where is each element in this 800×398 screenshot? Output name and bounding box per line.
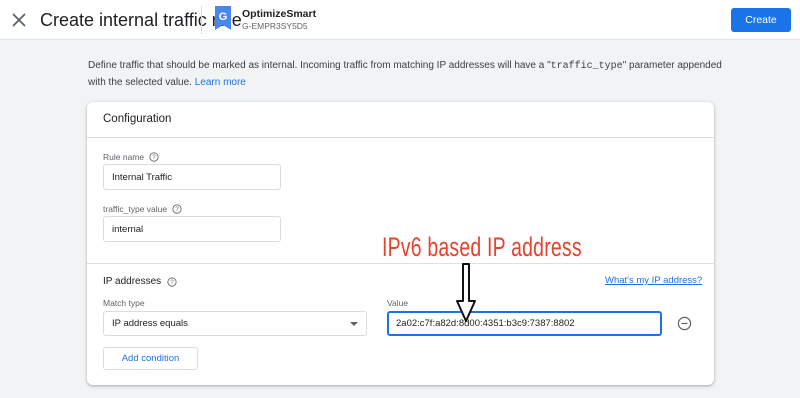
learn-more-link[interactable]: Learn more: [195, 77, 246, 88]
ip-addresses-title: IP addresses: [103, 276, 162, 287]
card-title: Configuration: [103, 113, 172, 125]
traffic-type-input[interactable]: internal: [103, 216, 281, 242]
traffic-type-label: traffic_type value ?: [103, 204, 182, 214]
match-type-label: Match type: [103, 298, 145, 308]
rule-name-input[interactable]: Internal Traffic: [103, 164, 281, 190]
help-icon[interactable]: ?: [149, 152, 159, 162]
ip-value-input[interactable]: 2a02:c7f:a82d:8d00:4351:b3c9:7387:8802: [387, 311, 662, 336]
remove-circle-icon[interactable]: [677, 316, 692, 331]
property-name: OptimizeSmart: [242, 8, 317, 20]
svg-text:?: ?: [152, 154, 156, 161]
section-divider: [87, 263, 714, 264]
match-type-value: IP address equals: [112, 318, 188, 329]
google-analytics-property-icon: G: [215, 6, 231, 30]
svg-text:G: G: [219, 11, 228, 23]
ip-addresses-heading: IP addresses ?: [103, 276, 177, 287]
rule-name-label: Rule name ?: [103, 152, 159, 162]
rule-name-label-text: Rule name: [103, 152, 145, 162]
description-text-before: Define traffic that should be marked as …: [88, 60, 551, 71]
whats-my-ip-link[interactable]: What's my IP address?: [605, 275, 702, 286]
match-type-select[interactable]: IP address equals: [103, 311, 367, 336]
annotation-label: IPv6 based IP address: [382, 232, 582, 262]
close-icon[interactable]: [8, 9, 30, 31]
svg-text:?: ?: [175, 206, 179, 213]
header-divider: [201, 6, 202, 34]
traffic-type-label-text: traffic_type value: [103, 204, 168, 214]
help-icon[interactable]: ?: [172, 204, 182, 214]
svg-text:?: ?: [170, 279, 174, 286]
description-text: Define traffic that should be marked as …: [88, 58, 728, 91]
help-icon[interactable]: ?: [167, 276, 177, 287]
card-title-divider: [87, 137, 714, 138]
value-label: Value: [387, 298, 409, 308]
add-condition-button[interactable]: Add condition: [103, 347, 198, 370]
chevron-down-icon: [350, 322, 358, 326]
top-bar: Create internal traffic rule G OptimizeS…: [0, 0, 800, 40]
property-id: G-EMPR3SY5D5: [242, 21, 308, 31]
arrow-down-icon: [456, 263, 476, 322]
description-code: traffic_type: [550, 61, 623, 72]
create-button[interactable]: Create: [731, 8, 791, 32]
page-title: Create internal traffic rule: [40, 10, 242, 30]
